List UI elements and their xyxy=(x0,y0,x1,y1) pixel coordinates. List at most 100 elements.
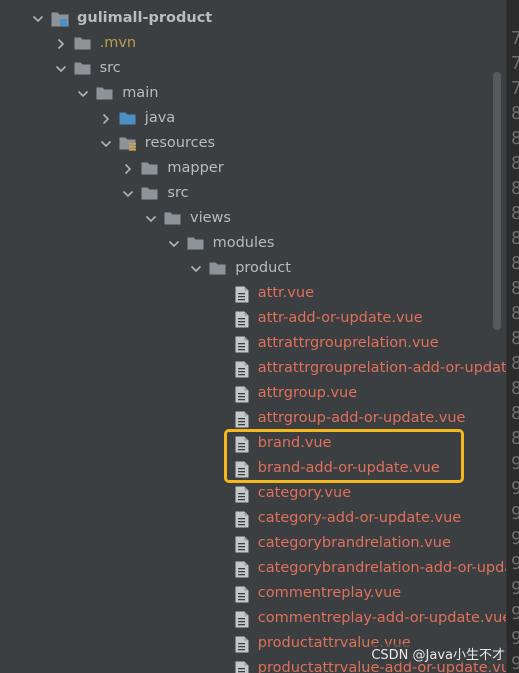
chevron-down-icon[interactable] xyxy=(76,81,90,106)
line-number: 8 xyxy=(511,376,519,401)
resources-folder-icon xyxy=(119,131,137,156)
file-row-commentreplay-add-or-update-vue[interactable]: commentreplay-add-or-update.vue xyxy=(0,606,506,631)
line-number: 8 xyxy=(511,126,519,151)
folder-name: resources xyxy=(144,135,216,151)
file-name: categorybrandrelation-add-or-update.vue xyxy=(257,560,506,576)
chevron-down-icon[interactable] xyxy=(99,131,113,156)
file-icon xyxy=(235,306,253,331)
line-number: 9 xyxy=(511,576,519,601)
file-icon xyxy=(235,631,253,656)
file-row-category-add-or-update-vue[interactable]: category-add-or-update.vue xyxy=(0,506,506,531)
file-row-attrgroup-add-or-update-vue[interactable]: attrgroup-add-or-update.vue xyxy=(0,406,506,431)
file-icon xyxy=(235,281,253,306)
file-icon xyxy=(235,556,253,581)
folder-icon xyxy=(164,206,182,231)
folder-row-src[interactable]: src xyxy=(0,56,506,81)
file-row-attr-vue[interactable]: attr.vue xyxy=(0,281,506,306)
file-name: category.vue xyxy=(257,485,352,501)
line-number: 9 xyxy=(511,651,519,673)
file-icon xyxy=(235,331,253,356)
line-number: 8 xyxy=(511,426,519,451)
file-icon xyxy=(235,656,253,673)
line-number: 7 xyxy=(511,76,519,101)
line-number: 9 xyxy=(511,626,519,651)
file-name: attrattrgrouprelation-add-or-update.vue xyxy=(257,360,506,376)
chevron-down-icon[interactable] xyxy=(121,181,135,206)
file-icon xyxy=(235,606,253,631)
folder-icon xyxy=(209,256,227,281)
tree-scrollbar[interactable] xyxy=(493,72,501,330)
chevron-down-icon[interactable] xyxy=(144,206,158,231)
project-tree: gulimall-product .mvn src main java resources… xyxy=(0,0,506,673)
file-icon xyxy=(235,581,253,606)
folder-name: src xyxy=(167,185,189,201)
file-name: attrgroup-add-or-update.vue xyxy=(257,410,466,426)
folder-row-src[interactable]: src xyxy=(0,181,506,206)
chevron-down-icon[interactable] xyxy=(167,231,181,256)
folder-row-gulimall-product[interactable]: gulimall-product xyxy=(0,6,506,31)
folder-name: main xyxy=(122,85,159,101)
editor-line-numbers: 777888888888888889999999999 xyxy=(506,0,519,673)
folder-name: modules xyxy=(212,235,275,251)
folder-row-modules[interactable]: modules xyxy=(0,231,506,256)
watermark: CSDN @Java小生不才 xyxy=(369,644,507,663)
chevron-right-icon[interactable] xyxy=(121,156,135,181)
folder-row-product[interactable]: product xyxy=(0,256,506,281)
file-icon xyxy=(235,456,253,481)
folder-icon xyxy=(141,181,159,206)
file-row-category-vue[interactable]: category.vue xyxy=(0,481,506,506)
file-name: commentreplay-add-or-update.vue xyxy=(257,610,506,626)
file-row-attrattrgrouprelation-add-or-update-vue[interactable]: attrattrgrouprelation-add-or-update.vue xyxy=(0,356,506,381)
folder-icon xyxy=(96,81,114,106)
folder-row-mapper[interactable]: mapper xyxy=(0,156,506,181)
chevron-right-icon[interactable] xyxy=(54,31,68,56)
file-name: attrgroup.vue xyxy=(257,385,358,401)
source-folder-icon xyxy=(119,106,137,131)
line-number: 8 xyxy=(511,351,519,376)
line-number: 8 xyxy=(511,226,519,251)
folder-name: gulimall-product xyxy=(77,10,213,26)
file-name: attr-add-or-update.vue xyxy=(257,310,423,326)
folder-name: java xyxy=(144,110,176,126)
folder-row-resources[interactable]: resources xyxy=(0,131,506,156)
line-number: 8 xyxy=(511,151,519,176)
folder-row-mvn[interactable]: .mvn xyxy=(0,31,506,56)
chevron-down-icon[interactable] xyxy=(31,6,45,31)
file-row-brand-vue[interactable]: brand.vue xyxy=(0,431,506,456)
file-name: category-add-or-update.vue xyxy=(257,510,462,526)
folder-row-java[interactable]: java xyxy=(0,106,506,131)
folder-name: views xyxy=(190,210,231,226)
folder-name: .mvn xyxy=(99,35,137,51)
chevron-down-icon[interactable] xyxy=(54,56,68,81)
file-name: brand-add-or-update.vue xyxy=(257,460,440,476)
line-number: 7 xyxy=(511,26,519,51)
line-number: 9 xyxy=(511,451,519,476)
chevron-right-icon[interactable] xyxy=(99,106,113,131)
file-icon xyxy=(235,356,253,381)
file-row-categorybrandrelation-add-or-update-vue[interactable]: categorybrandrelation-add-or-update.vue xyxy=(0,556,506,581)
folder-row-main[interactable]: main xyxy=(0,81,506,106)
file-name: commentreplay.vue xyxy=(257,585,402,601)
file-row-categorybrandrelation-vue[interactable]: categorybrandrelation.vue xyxy=(0,531,506,556)
folder-name: mapper xyxy=(167,160,224,176)
folder-icon xyxy=(74,31,92,56)
folder-icon xyxy=(187,231,205,256)
file-row-brand-add-or-update-vue[interactable]: brand-add-or-update.vue xyxy=(0,456,506,481)
line-number: 8 xyxy=(511,176,519,201)
folder-row-views[interactable]: views xyxy=(0,206,506,231)
file-icon xyxy=(235,481,253,506)
file-row-attrgroup-vue[interactable]: attrgroup.vue xyxy=(0,381,506,406)
line-number: 8 xyxy=(511,251,519,276)
line-number: 8 xyxy=(511,301,519,326)
folder-name: product xyxy=(235,260,291,276)
line-number: 8 xyxy=(511,401,519,426)
file-icon xyxy=(235,381,253,406)
line-number: 9 xyxy=(511,526,519,551)
file-icon xyxy=(235,406,253,431)
file-row-commentreplay-vue[interactable]: commentreplay.vue xyxy=(0,581,506,606)
file-name: categorybrandrelation.vue xyxy=(257,535,451,551)
file-name: brand.vue xyxy=(257,435,332,451)
file-row-attrattrgrouprelation-vue[interactable]: attrattrgrouprelation.vue xyxy=(0,331,506,356)
chevron-down-icon[interactable] xyxy=(189,256,203,281)
file-row-attr-add-or-update-vue[interactable]: attr-add-or-update.vue xyxy=(0,306,506,331)
